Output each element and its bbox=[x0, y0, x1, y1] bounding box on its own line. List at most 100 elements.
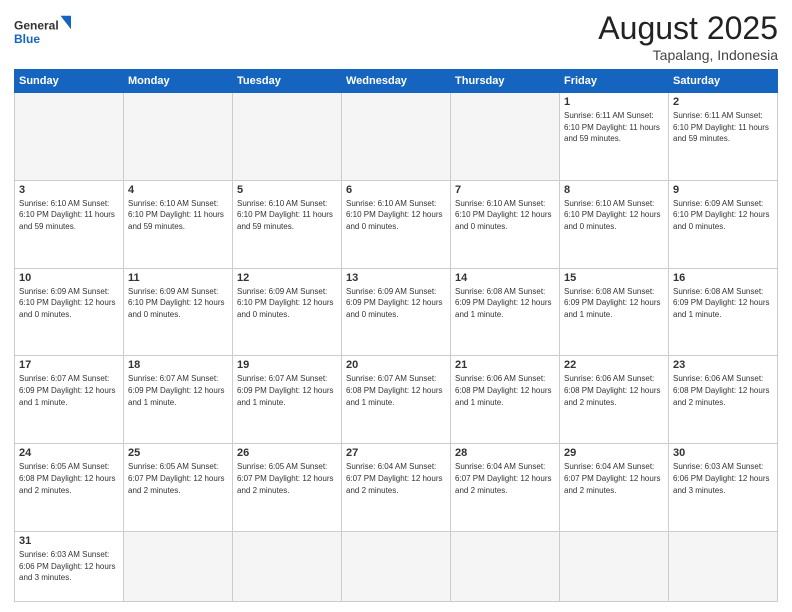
day-number: 23 bbox=[673, 359, 773, 371]
day-number: 18 bbox=[128, 359, 228, 371]
day-number: 24 bbox=[19, 447, 119, 459]
col-saturday: Saturday bbox=[669, 70, 778, 93]
day-info: Sunrise: 6:10 AM Sunset: 6:10 PM Dayligh… bbox=[346, 198, 446, 233]
table-row: 10Sunrise: 6:09 AM Sunset: 6:10 PM Dayli… bbox=[15, 268, 124, 356]
day-number: 22 bbox=[564, 359, 664, 371]
day-info: Sunrise: 6:08 AM Sunset: 6:09 PM Dayligh… bbox=[564, 286, 664, 321]
day-number: 2 bbox=[673, 96, 773, 108]
table-row bbox=[560, 532, 669, 602]
day-number: 20 bbox=[346, 359, 446, 371]
day-info: Sunrise: 6:05 AM Sunset: 6:07 PM Dayligh… bbox=[128, 461, 228, 496]
day-number: 4 bbox=[128, 184, 228, 196]
day-info: Sunrise: 6:04 AM Sunset: 6:07 PM Dayligh… bbox=[346, 461, 446, 496]
table-row: 27 Sunrise: 6:04 AM Sunset: 6:07 PM Dayli… bbox=[342, 444, 451, 532]
table-row bbox=[669, 532, 778, 602]
table-row bbox=[451, 532, 560, 602]
table-row bbox=[342, 532, 451, 602]
table-row bbox=[124, 532, 233, 602]
table-row: 14 Sunrise: 6:08 AM Sunset: 6:09 PM Dayli… bbox=[451, 268, 560, 356]
svg-text:Blue: Blue bbox=[14, 32, 40, 46]
table-row: 6 Sunrise: 6:10 AM Sunset: 6:10 PM Daylig… bbox=[342, 180, 451, 268]
day-number: 28 bbox=[455, 447, 555, 459]
table-row: 19 Sunrise: 6:07 AM Sunset: 6:09 PM Dayli… bbox=[233, 356, 342, 444]
day-number: 16 bbox=[673, 272, 773, 284]
table-row: 17 Sunrise: 6:07 AM Sunset: 6:09 PM Dayli… bbox=[15, 356, 124, 444]
day-info: Sunrise: 6:10 AM Sunset: 6:10 PM Dayligh… bbox=[19, 198, 119, 233]
table-row: 31Sunrise: 6:03 AM Sunset: 6:06 PM Dayli… bbox=[15, 532, 124, 602]
table-row: 22 Sunrise: 6:06 AM Sunset: 6:08 PM Dayli… bbox=[560, 356, 669, 444]
day-number: 25 bbox=[128, 447, 228, 459]
col-tuesday: Tuesday bbox=[233, 70, 342, 93]
month-title: August 2025 bbox=[598, 10, 778, 47]
col-thursday: Thursday bbox=[451, 70, 560, 93]
day-info: Sunrise: 6:10 AM Sunset: 6:10 PM Dayligh… bbox=[237, 198, 337, 233]
page: General Blue August 2025 Tapalang, Indon… bbox=[0, 0, 792, 612]
day-number: 17 bbox=[19, 359, 119, 371]
day-number: 6 bbox=[346, 184, 446, 196]
table-row: 18 Sunrise: 6:07 AM Sunset: 6:09 PM Dayli… bbox=[124, 356, 233, 444]
logo: General Blue bbox=[14, 10, 74, 50]
header: General Blue August 2025 Tapalang, Indon… bbox=[14, 10, 778, 63]
table-row bbox=[15, 93, 124, 181]
day-number: 21 bbox=[455, 359, 555, 371]
table-row: 21Sunrise: 6:06 AM Sunset: 6:08 PM Dayli… bbox=[451, 356, 560, 444]
table-row: 28 Sunrise: 6:04 AM Sunset: 6:07 PM Dayli… bbox=[451, 444, 560, 532]
day-info: Sunrise: 6:09 AM Sunset: 6:10 PM Dayligh… bbox=[128, 286, 228, 321]
table-row: 12 Sunrise: 6:09 AM Sunset: 6:10 PM Dayli… bbox=[233, 268, 342, 356]
col-friday: Friday bbox=[560, 70, 669, 93]
table-row: 7Sunrise: 6:10 AM Sunset: 6:10 PM Daylig… bbox=[451, 180, 560, 268]
table-row: 2Sunrise: 6:11 AM Sunset: 6:10 PM Daylig… bbox=[669, 93, 778, 181]
day-info: Sunrise: 6:07 AM Sunset: 6:08 PM Dayligh… bbox=[346, 373, 446, 408]
day-info: Sunrise: 6:03 AM Sunset: 6:06 PM Dayligh… bbox=[19, 549, 119, 584]
day-number: 9 bbox=[673, 184, 773, 196]
col-sunday: Sunday bbox=[15, 70, 124, 93]
day-number: 13 bbox=[346, 272, 446, 284]
day-info: Sunrise: 6:06 AM Sunset: 6:08 PM Dayligh… bbox=[673, 373, 773, 408]
calendar-header-row: Sunday Monday Tuesday Wednesday Thursday… bbox=[15, 70, 778, 93]
day-info: Sunrise: 6:09 AM Sunset: 6:10 PM Dayligh… bbox=[237, 286, 337, 321]
table-row: 4 Sunrise: 6:10 AM Sunset: 6:10 PM Daylig… bbox=[124, 180, 233, 268]
table-row bbox=[233, 93, 342, 181]
table-row: 29 Sunrise: 6:04 AM Sunset: 6:07 PM Dayli… bbox=[560, 444, 669, 532]
table-row bbox=[342, 93, 451, 181]
day-number: 11 bbox=[128, 272, 228, 284]
col-wednesday: Wednesday bbox=[342, 70, 451, 93]
day-info: Sunrise: 6:07 AM Sunset: 6:09 PM Dayligh… bbox=[237, 373, 337, 408]
day-info: Sunrise: 6:10 AM Sunset: 6:10 PM Dayligh… bbox=[128, 198, 228, 233]
table-row: 5Sunrise: 6:10 AM Sunset: 6:10 PM Daylig… bbox=[233, 180, 342, 268]
day-info: Sunrise: 6:08 AM Sunset: 6:09 PM Dayligh… bbox=[673, 286, 773, 321]
table-row: 13 Sunrise: 6:09 AM Sunset: 6:09 PM Dayli… bbox=[342, 268, 451, 356]
day-number: 27 bbox=[346, 447, 446, 459]
day-info: Sunrise: 6:07 AM Sunset: 6:09 PM Dayligh… bbox=[128, 373, 228, 408]
day-info: Sunrise: 6:05 AM Sunset: 6:08 PM Dayligh… bbox=[19, 461, 119, 496]
day-info: Sunrise: 6:07 AM Sunset: 6:09 PM Dayligh… bbox=[19, 373, 119, 408]
table-row: 24 Sunrise: 6:05 AM Sunset: 6:08 PM Dayli… bbox=[15, 444, 124, 532]
table-row: 16 Sunrise: 6:08 AM Sunset: 6:09 PM Dayli… bbox=[669, 268, 778, 356]
day-info: Sunrise: 6:05 AM Sunset: 6:07 PM Dayligh… bbox=[237, 461, 337, 496]
day-info: Sunrise: 6:10 AM Sunset: 6:10 PM Dayligh… bbox=[455, 198, 555, 233]
day-info: Sunrise: 6:09 AM Sunset: 6:09 PM Dayligh… bbox=[346, 286, 446, 321]
day-info: Sunrise: 6:11 AM Sunset: 6:10 PM Dayligh… bbox=[564, 110, 664, 145]
table-row: 20 Sunrise: 6:07 AM Sunset: 6:08 PM Dayli… bbox=[342, 356, 451, 444]
day-number: 15 bbox=[564, 272, 664, 284]
svg-text:General: General bbox=[14, 18, 59, 32]
day-info: Sunrise: 6:10 AM Sunset: 6:10 PM Dayligh… bbox=[564, 198, 664, 233]
day-info: Sunrise: 6:08 AM Sunset: 6:09 PM Dayligh… bbox=[455, 286, 555, 321]
table-row: 23 Sunrise: 6:06 AM Sunset: 6:08 PM Dayli… bbox=[669, 356, 778, 444]
day-info: Sunrise: 6:04 AM Sunset: 6:07 PM Dayligh… bbox=[564, 461, 664, 496]
day-number: 29 bbox=[564, 447, 664, 459]
day-number: 8 bbox=[564, 184, 664, 196]
day-info: Sunrise: 6:03 AM Sunset: 6:06 PM Dayligh… bbox=[673, 461, 773, 496]
logo-svg: General Blue bbox=[14, 10, 74, 50]
title-block: August 2025 Tapalang, Indonesia bbox=[598, 10, 778, 63]
table-row: 8 Sunrise: 6:10 AM Sunset: 6:10 PM Daylig… bbox=[560, 180, 669, 268]
day-number: 19 bbox=[237, 359, 337, 371]
day-info: Sunrise: 6:04 AM Sunset: 6:07 PM Dayligh… bbox=[455, 461, 555, 496]
table-row bbox=[124, 93, 233, 181]
table-row: 9 Sunrise: 6:09 AM Sunset: 6:10 PM Daylig… bbox=[669, 180, 778, 268]
day-number: 12 bbox=[237, 272, 337, 284]
day-info: Sunrise: 6:06 AM Sunset: 6:08 PM Dayligh… bbox=[564, 373, 664, 408]
day-number: 3 bbox=[19, 184, 119, 196]
day-number: 14 bbox=[455, 272, 555, 284]
day-info: Sunrise: 6:09 AM Sunset: 6:10 PM Dayligh… bbox=[673, 198, 773, 233]
